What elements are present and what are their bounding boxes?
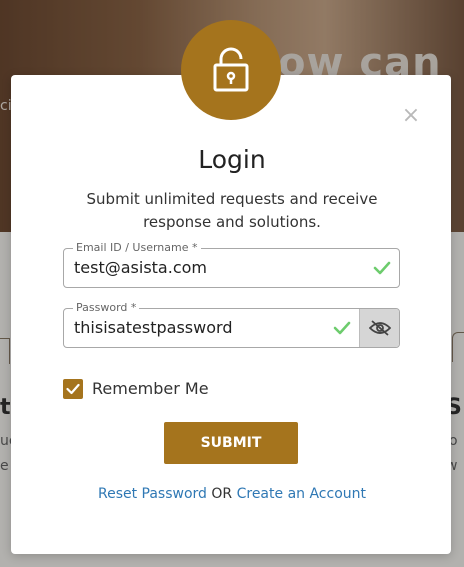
unlock-icon [213,47,249,92]
modal-title: Login [198,145,266,174]
reset-password-link[interactable]: Reset Password [98,486,207,502]
remember-me-label[interactable]: Remember Me [92,379,209,399]
password-field-value[interactable]: thisisatestpassword [74,309,232,347]
submit-button[interactable]: SUBMIT [164,422,298,464]
unlock-icon-badge [181,20,281,120]
email-field-value[interactable]: test@asista.com [74,249,207,287]
account-links: Reset Password OR Create an Account [0,486,464,502]
close-button[interactable]: × [399,104,423,128]
password-field[interactable]: Password * thisisatestpassword [63,301,400,348]
modal-subtitle: Submit unlimited requests and receive re… [86,190,378,231]
email-valid-check-icon [373,261,391,275]
eye-slash-icon [368,320,391,336]
create-account-link[interactable]: Create an Account [237,486,366,502]
checkmark-icon [66,383,80,395]
links-separator: OR [211,486,237,502]
password-valid-check-icon [333,321,351,335]
email-field[interactable]: Email ID / Username * test@asista.com [63,241,400,288]
password-visibility-toggle[interactable] [359,309,399,347]
remember-me-checkbox[interactable] [63,379,83,399]
